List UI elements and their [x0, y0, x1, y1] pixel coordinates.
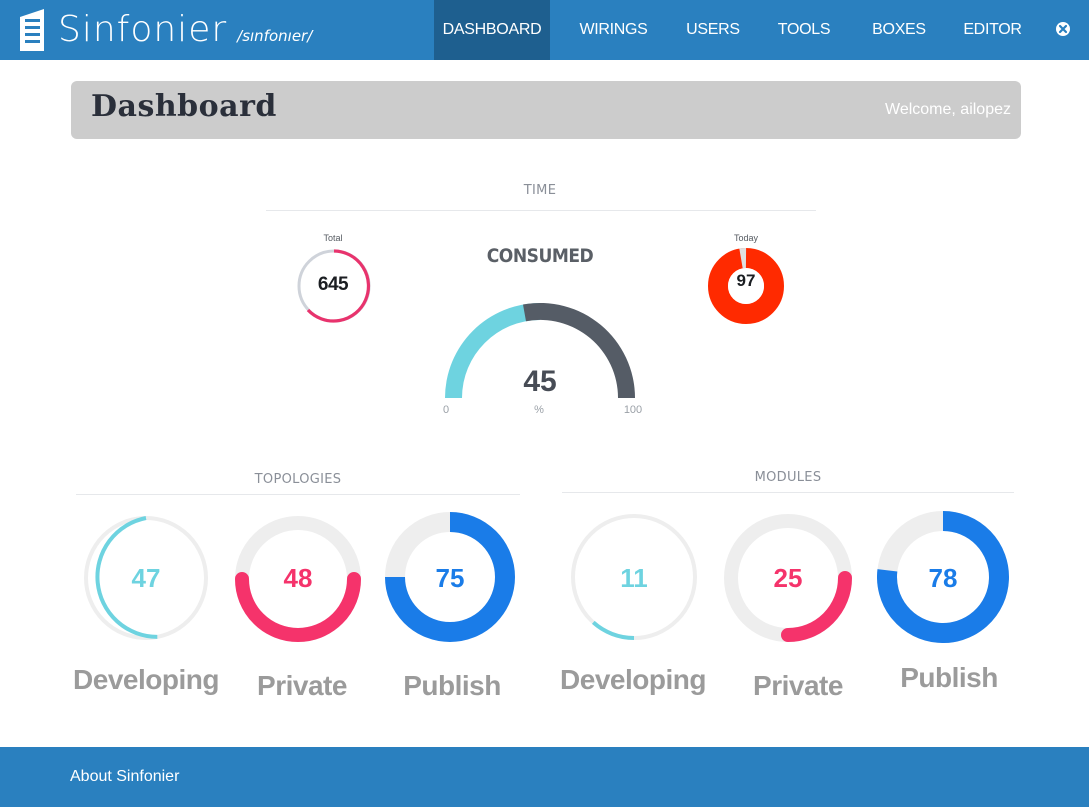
topologies-private-label: Private	[257, 670, 347, 701]
today-label: Today	[733, 233, 759, 243]
gauge-max: 100	[623, 404, 643, 416]
brand-name: Sinfonier	[58, 9, 228, 50]
topologies-divider	[76, 494, 520, 495]
nav-users[interactable]: USERS	[677, 0, 749, 60]
time-divider	[266, 210, 816, 211]
page-header: Dashboard Welcome, ailopez	[71, 81, 1021, 139]
nav-dashboard[interactable]: DASHBOARD	[434, 0, 550, 60]
welcome-text: Welcome, ailopez	[885, 101, 1011, 118]
consumed-value: 45	[523, 365, 557, 398]
nav-boxes[interactable]: BOXES	[859, 0, 939, 60]
top-navbar: Sinfonier /sınfonıer/ DASHBOARD WIRINGS …	[0, 0, 1089, 60]
modules-publish-label: Publish	[900, 662, 998, 693]
nav-tools[interactable]: TOOLS	[749, 0, 859, 60]
modules-developing-label: Developing	[560, 664, 706, 695]
time-section-label: TIME	[523, 183, 557, 198]
page-title: Dashboard	[91, 89, 277, 124]
nav-editor[interactable]: EDITOR	[939, 0, 1046, 60]
gauge-min: 0	[442, 404, 450, 416]
about-link[interactable]: About Sinfonier	[70, 768, 179, 786]
modules-private-value: 25	[773, 563, 803, 593]
brand[interactable]: Sinfonier /sınfonıer/	[18, 6, 312, 54]
topologies-developing-value: 47	[131, 563, 161, 593]
total-label: Total	[323, 233, 343, 243]
topologies-publish-label: Publish	[403, 670, 501, 701]
modules-divider	[562, 492, 1014, 493]
topologies-developing-label: Developing	[73, 664, 219, 695]
footer: About Sinfonier	[0, 747, 1089, 807]
sinfonier-logo-icon	[20, 9, 44, 51]
today-value: 97	[736, 271, 756, 290]
gauge-unit: %	[534, 404, 544, 416]
modules-publish-value: 78	[928, 563, 958, 593]
modules-section-label: MODULES	[754, 470, 822, 485]
nav-wirings[interactable]: WIRINGS	[550, 0, 677, 60]
modules-private-label: Private	[753, 670, 843, 701]
modules-developing-value: 11	[620, 563, 648, 593]
consumed-title: CONSUMED	[486, 245, 594, 267]
main-nav: DASHBOARD WIRINGS USERS TOOLS BOXES EDIT…	[434, 0, 1046, 60]
topologies-publish-value: 75	[435, 563, 465, 593]
close-circle-icon[interactable]	[1053, 19, 1073, 39]
brand-subtitle: /sınfonıer/	[237, 27, 313, 45]
total-value: 645	[317, 274, 349, 295]
topologies-private-value: 48	[283, 563, 313, 593]
topologies-section-label: TOPOLOGIES	[254, 472, 342, 487]
